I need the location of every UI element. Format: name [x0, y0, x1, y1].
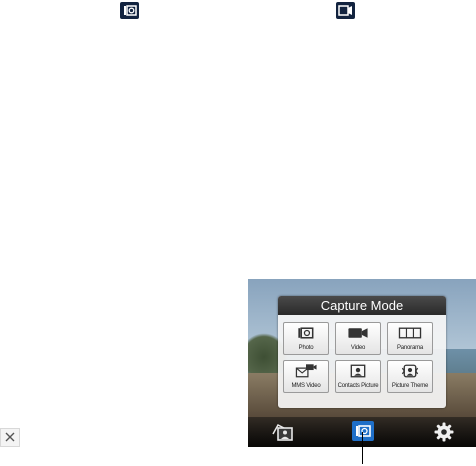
mode-label: Contacts Picture: [337, 383, 379, 389]
mode-label: Video: [350, 345, 366, 351]
contacts-picture-icon: [350, 364, 366, 378]
mode-label: Picture Theme: [391, 383, 429, 389]
video-camera-icon: [336, 2, 355, 19]
mode-video-button[interactable]: Video: [335, 322, 381, 355]
camera-viewfinder: Capture Mode Photo Video Panorama MMS Vi…: [248, 279, 476, 447]
mode-photo-button[interactable]: Photo: [283, 322, 329, 355]
close-icon: [5, 432, 15, 442]
photo-icon: [298, 327, 314, 339]
camera-icon: [120, 2, 139, 19]
settings-gear-icon[interactable]: [434, 422, 454, 447]
mms-video-icon: [295, 364, 317, 378]
album-icon[interactable]: [270, 422, 296, 447]
video-icon: [348, 328, 368, 338]
picture-theme-icon: [401, 364, 419, 378]
panorama-icon: [398, 327, 422, 339]
mode-contacts-picture-button[interactable]: Contacts Picture: [335, 360, 381, 393]
mode-label: Photo: [298, 345, 314, 351]
mode-panorama-button[interactable]: Panorama: [387, 322, 433, 355]
mode-mms-video-button[interactable]: MMS Video: [283, 360, 329, 393]
capture-mode-panel: Capture Mode Photo Video Panorama MMS Vi…: [278, 296, 446, 408]
mode-label: Panorama: [396, 345, 424, 351]
capture-mode-icon[interactable]: [352, 421, 374, 446]
mode-label: MMS Video: [291, 383, 321, 389]
capture-mode-title: Capture Mode: [278, 296, 446, 315]
callout-line: [362, 432, 363, 464]
close-button[interactable]: [0, 428, 20, 447]
mode-picture-theme-button[interactable]: Picture Theme: [387, 360, 433, 393]
